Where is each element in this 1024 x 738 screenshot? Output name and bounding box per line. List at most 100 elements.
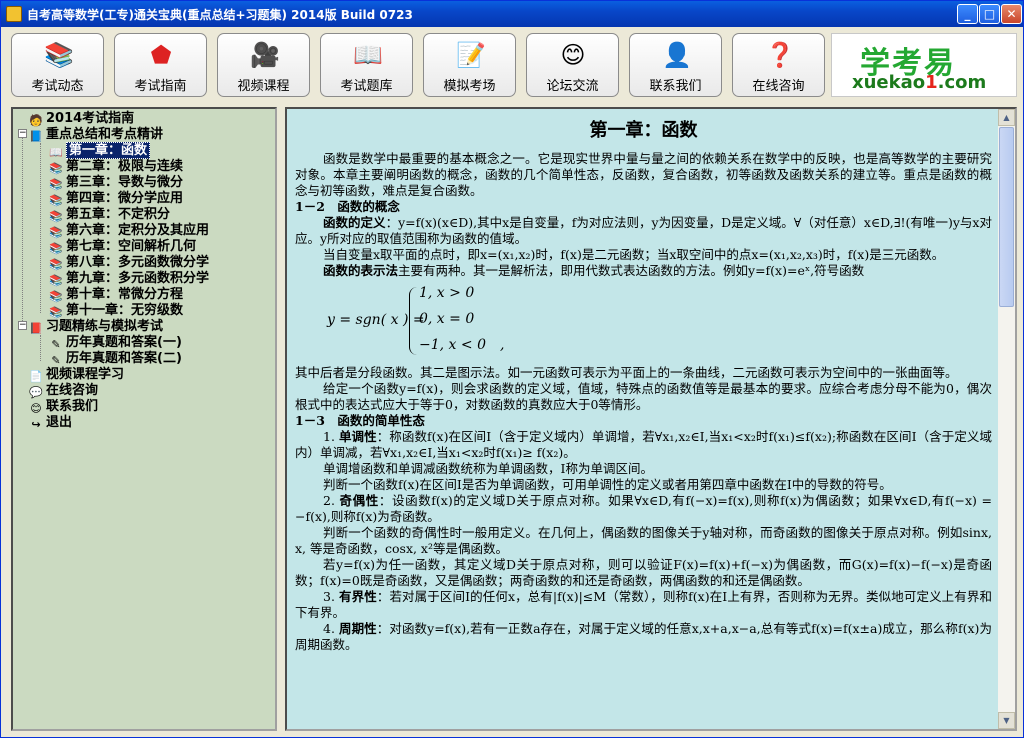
video-course-button[interactable]: 🎥 视频课程 — [217, 33, 310, 97]
tree-item-past-papers-1[interactable]: ✎ 历年真题和答案(一) — [49, 335, 182, 351]
tree-expander[interactable]: − — [18, 129, 27, 138]
exit-arrow-icon: ↪ — [31, 418, 41, 431]
person-icon: 🧑 — [29, 114, 43, 127]
content-pane[interactable]: 第一章：函数 函数是数学中最重要的基本概念之一。它是现实世界中量与量之间的依赖关… — [285, 107, 1017, 731]
definition-paragraph: 函数的定义：y=f(x)(x∈D),其中x是自变量，f为对应法则，y为因变量，D… — [295, 215, 992, 247]
book-icon: 📘 — [29, 130, 43, 143]
video-course-label: 视频课程 — [237, 79, 290, 94]
tree-item-chapter-8[interactable]: 📚 第八章：多元函数微分学 — [49, 255, 209, 271]
tree-line — [40, 335, 41, 361]
exam-guide-button[interactable]: ⬟ 考试指南 — [114, 33, 207, 97]
tree-expander[interactable]: − — [18, 321, 27, 330]
book-stack-icon: 📚 — [49, 178, 63, 191]
book-stack-icon: 📚 — [49, 210, 63, 223]
monotonic-judge: 判断一个函数f(x)在区间I是否为单调函数，可用单调性的定义或者用第四章中函数在… — [323, 477, 892, 492]
logo-domain-a: xuekao — [852, 72, 926, 93]
scroll-down-icon[interactable]: ▼ — [998, 712, 1015, 729]
tree-item-label: 退出 — [46, 415, 73, 430]
question-bank-button[interactable]: 📖 考试题库 — [320, 33, 413, 97]
tree-item-label: 第三章：导数与微分 — [66, 175, 184, 190]
tree-item-online-consult[interactable]: 💬 在线咨询 — [29, 383, 98, 399]
exam-news-label: 考试动态 — [31, 79, 84, 94]
tree-line — [22, 133, 23, 329]
contact-us-button[interactable]: 👤 联系我们 — [629, 33, 722, 97]
vertical-scrollbar[interactable]: ▲ ▼ — [998, 109, 1015, 729]
list-number: 2. — [323, 493, 340, 508]
pentagon-icon: ⬟ — [150, 41, 172, 69]
tree-item-chapter-4[interactable]: 📚 第四章：微分学应用 — [49, 191, 183, 207]
tree-item-chapter-6[interactable]: 📚 第六章：定积分及其应用 — [49, 223, 209, 239]
tree-item-label: 第一章：函数 — [66, 142, 151, 159]
monotonic-term: 单调性 — [338, 429, 377, 444]
contact-person-icon: 👤 — [662, 41, 692, 69]
tree-item-contact[interactable]: 😊 联系我们 — [29, 399, 98, 415]
navigation-tree[interactable]: 🧑 2014考试指南 − 📘 重点总结和考点精讲 📖 第一章：函数 📚 第二章：极限与连… — [11, 107, 277, 731]
book-stack-icon: 📚 — [49, 306, 63, 319]
bounded-term: 有界性 — [339, 589, 377, 604]
tree-item-chapter-7[interactable]: 📚 第七章：空间解析几何 — [49, 239, 196, 255]
smiley-icon: 😊 — [30, 402, 42, 415]
list-number: 3. — [323, 589, 340, 604]
tree-item-chapter-9[interactable]: 📚 第九章：多元函数积分学 — [49, 271, 209, 287]
piecewise-paragraph: 其中后者是分段函数。其二是图示法。如一元函数可表示为平面上的一条曲线，二元函数可… — [295, 365, 958, 380]
periodic-text: ：对函数y=f(x),若有一正数a存在，对属于定义域的任意x,x+a,x−a,总… — [295, 621, 992, 652]
forum-button[interactable]: 😊 论坛交流 — [526, 33, 619, 97]
logo-domain: xuekao1.com — [852, 72, 986, 93]
tree-item-label: 历年真题和答案(一) — [66, 335, 182, 350]
online-consult-button[interactable]: ❓ 在线咨询 — [732, 33, 825, 97]
domain-paragraph: 给定一个函数y=f(x)，则会求函数的定义域，值域，特殊点的函数值等是最基本的要… — [295, 381, 992, 412]
book-stack-icon: 📚 — [49, 242, 63, 255]
forum-label: 论坛交流 — [546, 79, 599, 94]
representation-term: 函数的表示法 — [323, 263, 399, 278]
exam-guide-label: 考试指南 — [134, 79, 187, 94]
tree-item-label: 联系我们 — [46, 399, 99, 414]
section-heading: 1－2 函数的概念 — [295, 199, 400, 214]
chat-icon: 💬 — [29, 386, 43, 399]
title-bar[interactable]: 自考高等数学(工专)通关宝典(重点总结+习题集) 2014版 Build 072… — [1, 1, 1023, 27]
tree-item-label: 在线咨询 — [46, 383, 99, 398]
sign-function-formula: y = sgn( x ) = 1, x > 0 0, x = 0 −1, x <… — [295, 283, 992, 361]
mock-exam-button[interactable]: 📝 模拟考场 — [423, 33, 516, 97]
question-mark-icon: ❓ — [765, 41, 795, 69]
mock-exam-label: 模拟考场 — [443, 79, 496, 94]
tree-item-label: 习题精练与模拟考试 — [46, 319, 164, 334]
minimize-button[interactable]: _ — [957, 4, 978, 24]
tree-item-exit[interactable]: ↪ 退出 — [29, 415, 72, 431]
tree-item-exercises[interactable]: 📕 习题精练与模拟考试 — [29, 319, 163, 335]
open-book-icon: 📖 — [353, 41, 383, 69]
maximize-button[interactable]: □ — [979, 4, 1000, 24]
tree-item-label: 视频课程学习 — [46, 367, 125, 382]
formula-brace — [409, 287, 419, 355]
tree-item-chapter-2[interactable]: 📚 第二章：极限与连续 — [49, 159, 183, 175]
formula-case: 1, x > 0 — [419, 285, 475, 301]
book-stack-icon: 📚 — [49, 226, 63, 239]
tree-item-exam-guide[interactable]: 🧑 2014考试指南 — [29, 111, 134, 127]
bounded-text: ：若对属于区间I的任何x，总有|f(x)|≤M（常数），则称f(x)在I上有界，… — [295, 589, 992, 620]
app-window: 自考高等数学(工专)通关宝典(重点总结+习题集) 2014版 Build 072… — [0, 0, 1024, 738]
list-number: 4. — [323, 621, 339, 636]
tree-item-label: 第七章：空间解析几何 — [66, 239, 197, 254]
tree-item-label: 重点总结和考点精讲 — [46, 127, 164, 142]
parity-text: ：设函数f(x)的定义域D关于原点对称。如果∀x∈D,有f(−x)=f(x),则… — [295, 493, 992, 524]
open-book-icon: 📖 — [49, 146, 63, 159]
scroll-up-icon[interactable]: ▲ — [998, 109, 1015, 126]
tree-item-label: 第九章：多元函数积分学 — [66, 271, 210, 286]
tree-item-video-study[interactable]: 📄 视频课程学习 — [29, 367, 124, 383]
contact-us-label: 联系我们 — [649, 79, 702, 94]
tree-item-chapter-3[interactable]: 📚 第三章：导数与微分 — [49, 175, 183, 191]
exam-news-button[interactable]: 📚 考试动态 — [11, 33, 104, 97]
tree-item-past-papers-2[interactable]: ✎ 历年真题和答案(二) — [49, 351, 182, 367]
representation-paragraph: 函数的表示法主要有两种。其一是解析法，即用代数式表达函数的方法。例如y=f(x)… — [295, 263, 992, 279]
section-heading: 1－3 函数的简单性态 — [295, 413, 425, 428]
scroll-thumb[interactable] — [999, 127, 1014, 307]
tree-item-chapter-1[interactable]: 📖 第一章：函数 — [49, 142, 151, 159]
tree-item-chapter-11[interactable]: 📚 第十一章：无穷级数 — [49, 303, 183, 319]
close-button[interactable]: ✕ — [1001, 4, 1022, 24]
tree-item-chapter-5[interactable]: 📚 第五章：不定积分 — [49, 207, 170, 223]
book-stack-icon: 📚 — [49, 274, 63, 287]
tree-item-chapter-10[interactable]: 📚 第十章：常微分方程 — [49, 287, 183, 303]
book-stack-icon: 📚 — [49, 194, 63, 207]
tree-item-key-summary[interactable]: 📘 重点总结和考点精讲 — [29, 127, 163, 143]
formula-case: −1, x < 0 , — [419, 337, 505, 353]
window-title: 自考高等数学(工专)通关宝典(重点总结+习题集) 2014版 Build 072… — [27, 8, 413, 22]
